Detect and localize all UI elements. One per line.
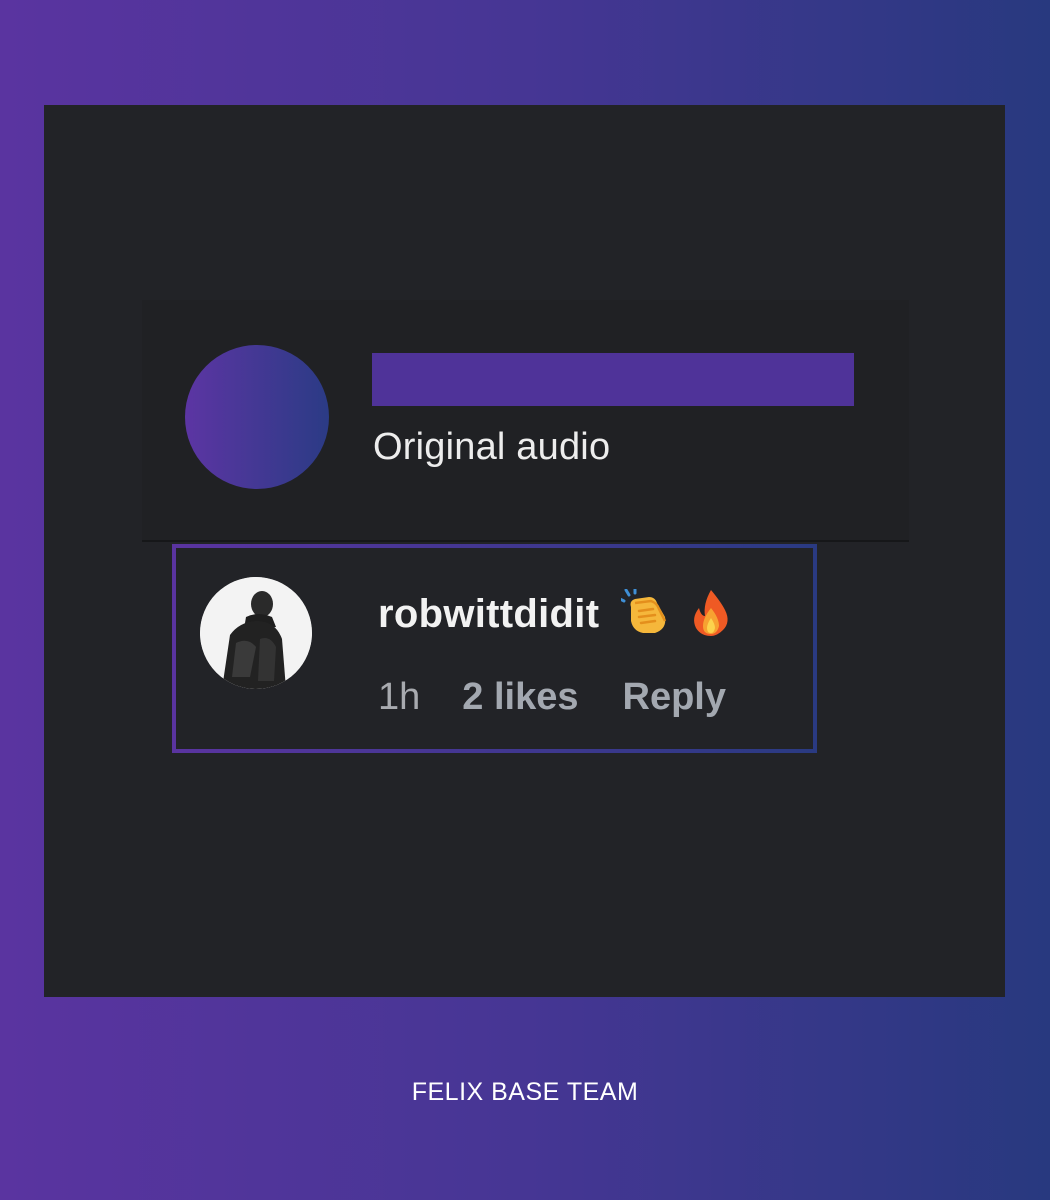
fire-icon — [691, 588, 731, 641]
comment-likes[interactable]: 2 likes — [462, 676, 578, 719]
post-header: Original audio — [142, 300, 909, 542]
comment-username[interactable]: robwittdidit — [378, 592, 599, 637]
comment-highlight-box: robwittdidit 1h 2 likes Reply — [172, 544, 817, 753]
reply-button[interactable]: Reply — [623, 676, 726, 719]
post-avatar-redacted[interactable] — [185, 345, 329, 489]
comment-header: robwittdidit — [378, 586, 731, 641]
comment-meta: 1h 2 likes Reply — [378, 676, 726, 719]
audio-label[interactable]: Original audio — [373, 426, 610, 469]
footer-caption: FELIX BASE TEAM — [411, 1078, 639, 1106]
clapping-hands-icon — [618, 586, 669, 640]
avatar[interactable] — [200, 577, 312, 689]
username-redaction-bar — [372, 353, 854, 406]
screenshot-panel: Original audio robwittdidit 1h 2 likes R… — [44, 105, 1005, 997]
comment-timestamp: 1h — [378, 676, 421, 718]
